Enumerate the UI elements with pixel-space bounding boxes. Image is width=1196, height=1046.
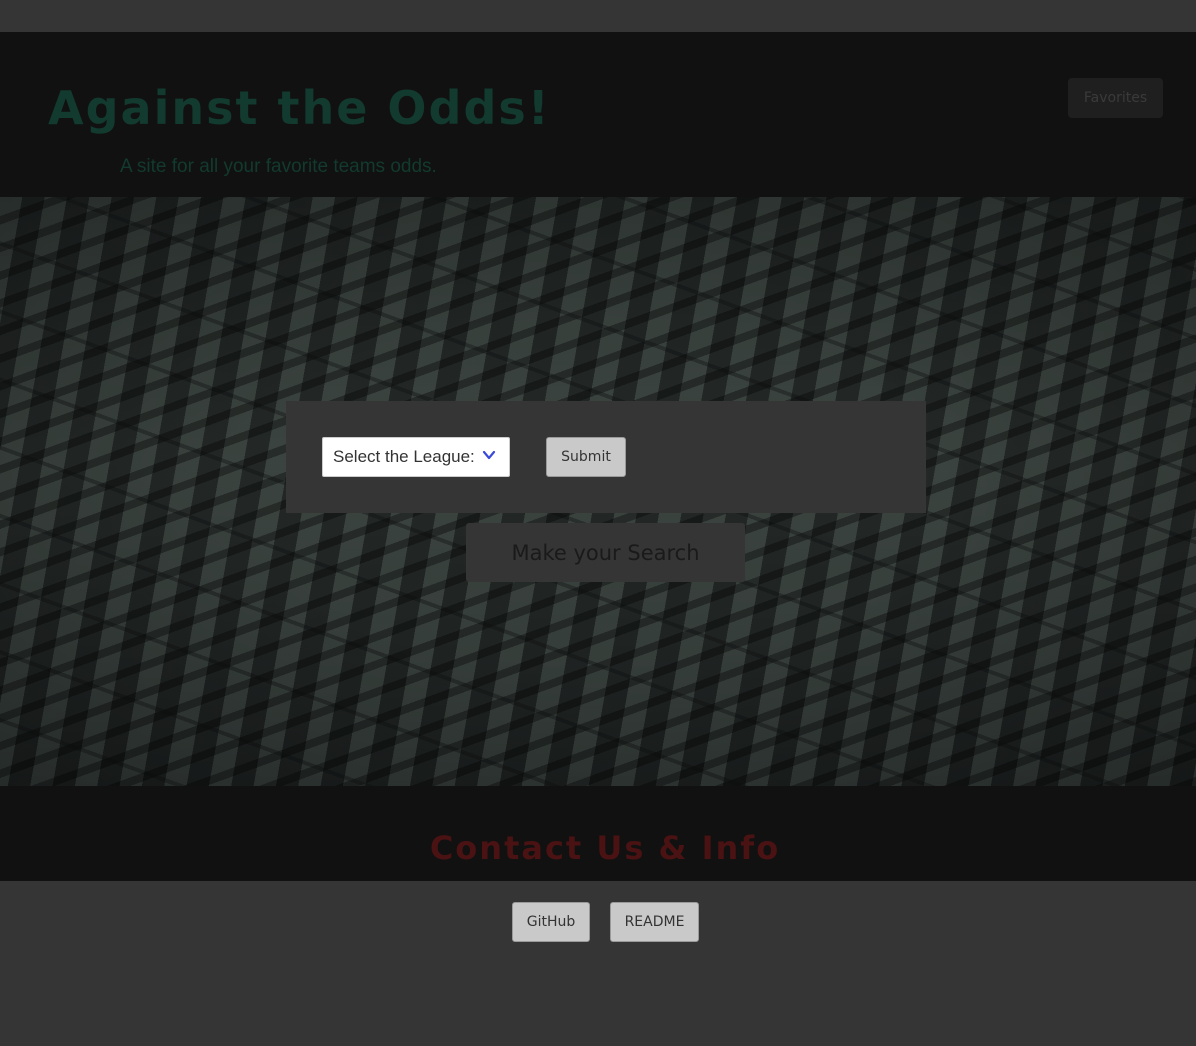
contact-band: Contact Us & Info [0, 786, 1196, 881]
favorites-button[interactable]: Favorites [1068, 78, 1163, 118]
league-select-label: Select the League: [333, 447, 475, 466]
league-select[interactable]: Select the League: [322, 437, 510, 477]
footer: GitHub README [0, 881, 1196, 1046]
search-panel: Select the League: Submit [286, 401, 926, 513]
hero-stadium-background: Select the League: Submit Make your Sear… [0, 197, 1196, 786]
readme-button[interactable]: README [610, 902, 699, 942]
contact-title: Contact Us & Info [429, 829, 781, 867]
site-title: Against the Odds! [48, 81, 551, 135]
submit-button[interactable]: Submit [546, 437, 626, 477]
site-subtitle: A site for all your favorite teams odds. [120, 156, 437, 177]
chevron-down-icon [482, 450, 496, 460]
top-strip [0, 0, 1196, 32]
site-header: Against the Odds! A site for all your fa… [0, 32, 1196, 197]
make-search-prompt: Make your Search [466, 523, 745, 582]
github-button[interactable]: GitHub [512, 902, 590, 942]
